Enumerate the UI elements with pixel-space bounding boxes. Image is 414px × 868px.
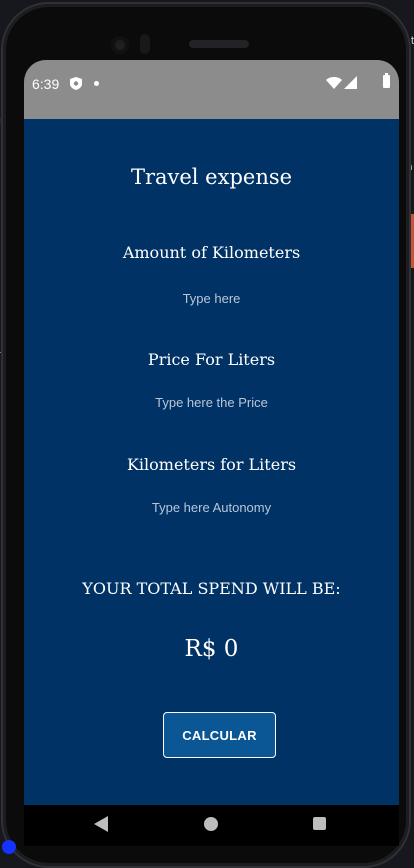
back-triangle-icon[interactable] <box>94 816 108 832</box>
shield-icon <box>70 77 82 90</box>
status-bar: 6:39 <box>24 60 399 119</box>
signal-icon <box>344 76 357 89</box>
phone-frame: 6:39 Travel expense Amount of Kilometers… <box>3 4 409 866</box>
status-time: 6:39 <box>32 76 60 92</box>
total-spend-value: R$ 0 <box>184 636 239 662</box>
wifi-icon <box>326 77 342 89</box>
notification-dot-icon <box>94 81 99 86</box>
autonomy-input[interactable] <box>84 496 339 519</box>
battery-icon <box>383 73 390 88</box>
price-input[interactable] <box>84 391 339 414</box>
front-camera <box>111 36 129 54</box>
navigation-bar <box>24 805 399 846</box>
total-spend-label: YOUR TOTAL SPEND WILL BE: <box>82 579 341 598</box>
earpiece-speaker <box>189 40 249 48</box>
price-label: Price For Liters <box>147 350 276 369</box>
device-screen: 6:39 Travel expense Amount of Kilometers… <box>24 60 399 846</box>
background-blue-dot <box>2 840 16 854</box>
proximity-sensor <box>140 34 150 54</box>
autonomy-label: Kilometers for Liters <box>126 455 297 474</box>
calculate-button[interactable]: CALCULAR <box>163 712 276 758</box>
kilometers-input[interactable] <box>84 287 339 310</box>
page-title: Travel expense <box>130 165 293 189</box>
recents-square-icon[interactable] <box>313 817 326 830</box>
travel-expense-app: Travel expense Amount of Kilometers Pric… <box>24 119 399 805</box>
home-circle-icon[interactable] <box>204 817 218 831</box>
kilometers-label: Amount of Kilometers <box>122 243 301 262</box>
